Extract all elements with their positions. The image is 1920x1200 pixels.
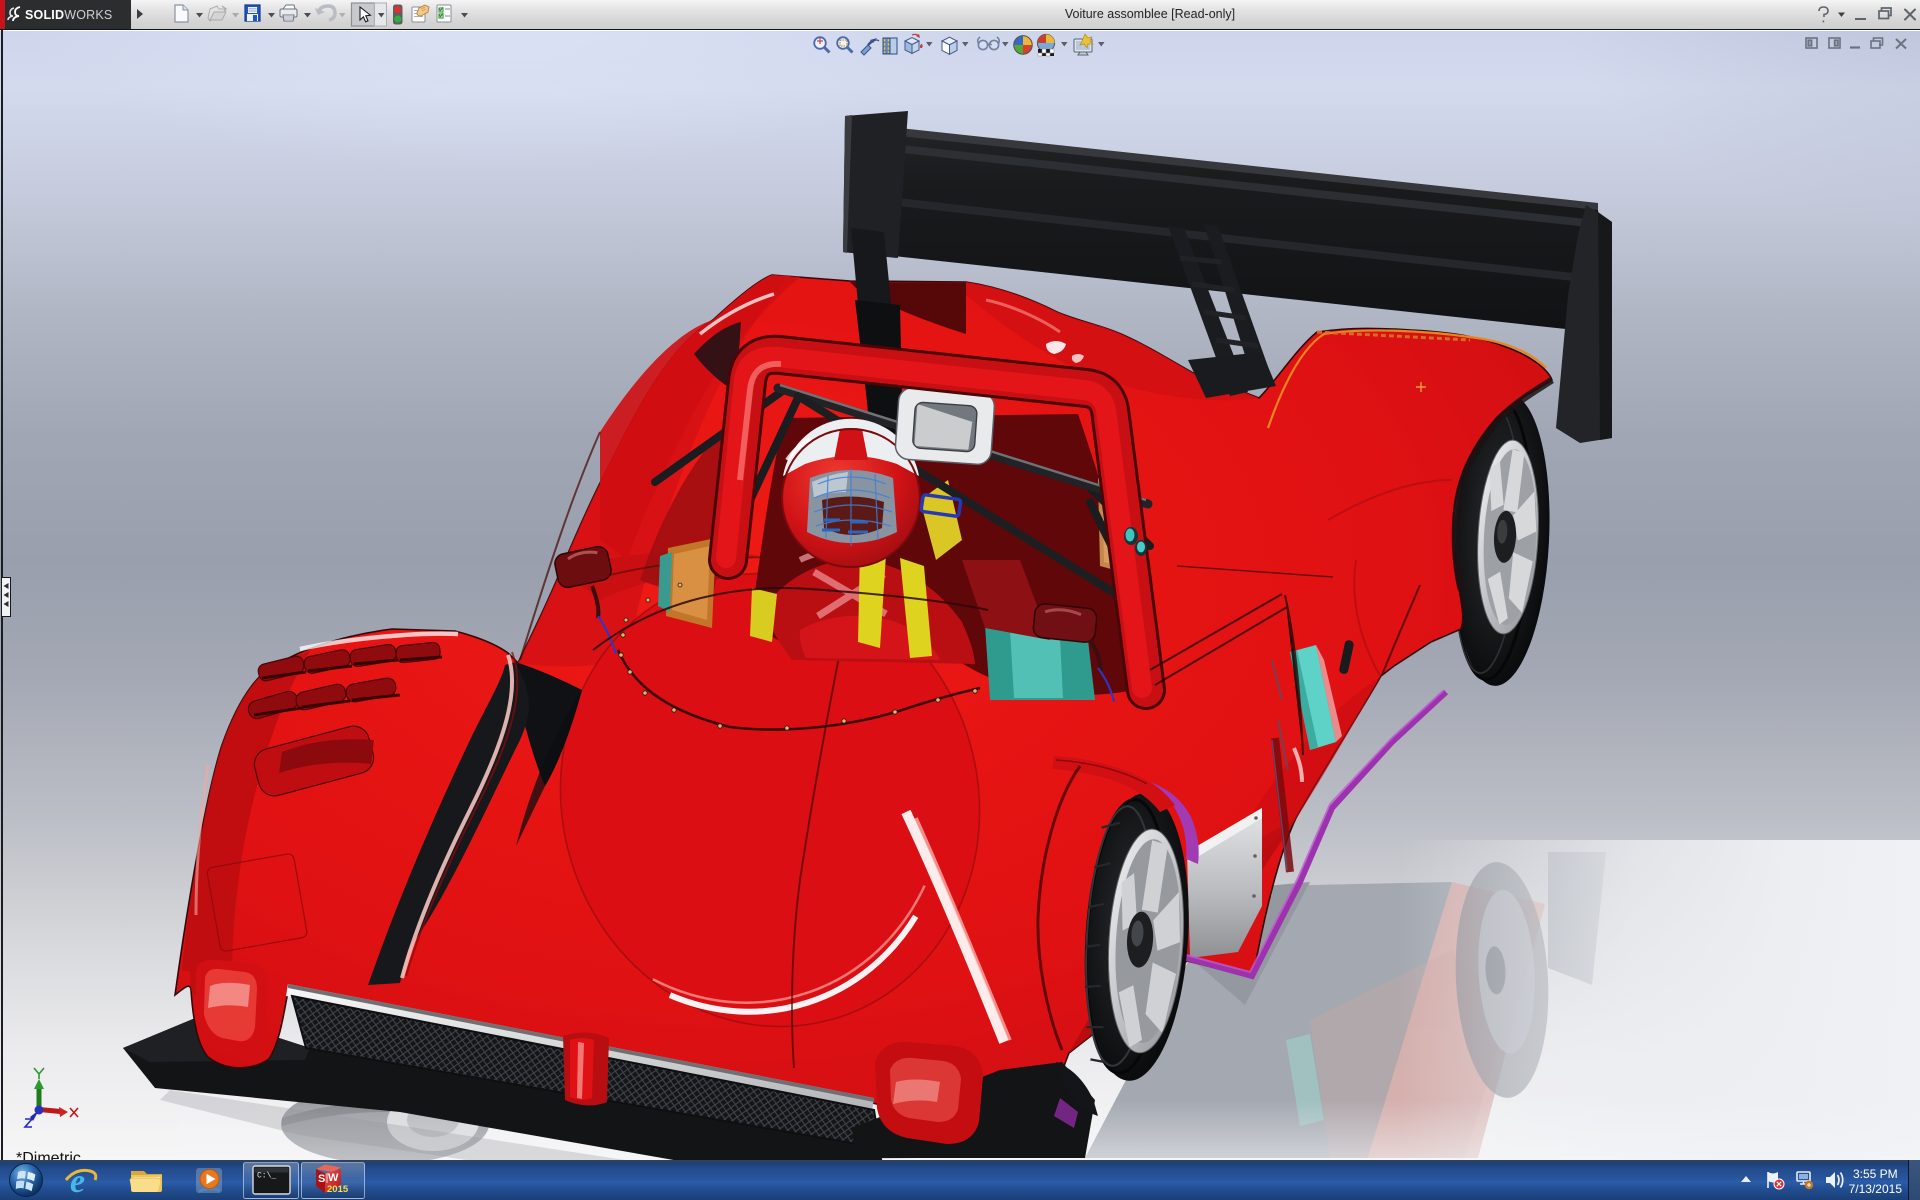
svg-text:e: e bbox=[70, 1163, 85, 1200]
svg-text:2015: 2015 bbox=[327, 1184, 349, 1195]
svg-text:S: S bbox=[318, 1173, 325, 1185]
svg-text:C:\_: C:\_ bbox=[257, 1172, 276, 1181]
svg-text:W: W bbox=[328, 1172, 339, 1184]
